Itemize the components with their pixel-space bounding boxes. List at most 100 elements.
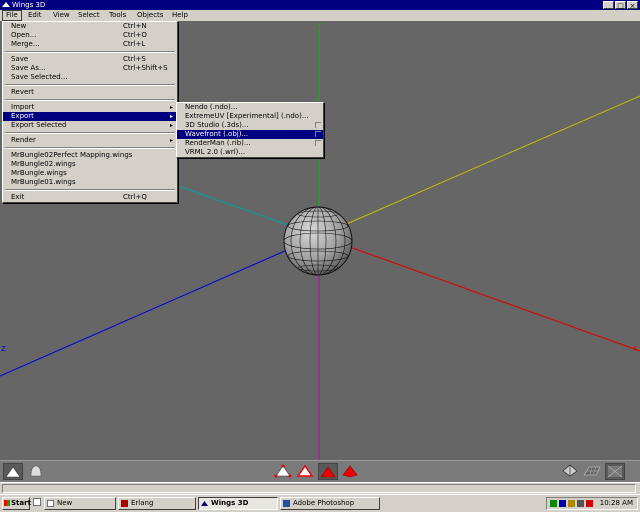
maximize-button[interactable]: □: [615, 1, 626, 10]
x-axis-line: [318, 235, 640, 352]
status-message-field: [2, 484, 636, 493]
face-mode-button[interactable]: [318, 463, 338, 480]
task-wings3d[interactable]: Wings 3D: [198, 497, 278, 510]
photoshop-icon: [283, 500, 290, 507]
x-axis-label: X: [633, 345, 638, 353]
options-box-icon[interactable]: [315, 140, 321, 146]
menu-item-label: New: [11, 22, 27, 30]
vertex-mode-button[interactable]: [274, 463, 294, 480]
minimize-button[interactable]: _: [603, 1, 614, 10]
menu-item-label: MrBungle02.wings: [11, 160, 76, 168]
menu-edit[interactable]: Edit: [25, 10, 45, 21]
task-erlang[interactable]: Erlang: [118, 497, 196, 510]
edge-mode-icon: [296, 464, 314, 477]
export-submenu: Nendo (.ndo)... ExtremeUV [Experimental] …: [176, 102, 324, 158]
menu-separator: [5, 147, 175, 149]
submenu-arrow-icon: ▸: [169, 137, 173, 144]
wings-app-icon: [201, 501, 208, 506]
file-menu-item[interactable]: Save Selected...: [3, 73, 177, 82]
erlang-icon: [121, 500, 128, 507]
menu-item-label: RenderMan (.rib)...: [185, 139, 251, 147]
file-menu-item[interactable]: MrBungle02.wings: [3, 160, 177, 169]
submenu-arrow-icon: ▸: [169, 113, 173, 120]
export-menu-item[interactable]: Wavefront (.obj)...: [177, 130, 323, 139]
menu-item-shortcut: Ctrl+N: [123, 22, 147, 30]
start-button[interactable]: Start: [2, 497, 31, 510]
body-mode-button[interactable]: [341, 463, 361, 480]
axes-toggle-icon: [607, 465, 623, 478]
options-box-icon[interactable]: [315, 122, 321, 128]
file-menu-item[interactable]: Export ▸: [3, 112, 177, 121]
file-menu-item[interactable]: MrBungle01.wings: [3, 178, 177, 187]
menu-item-label: Revert: [11, 88, 34, 96]
axes-toggle-button[interactable]: [605, 463, 625, 480]
edge-mode-button[interactable]: [296, 463, 316, 480]
menu-item-label: Save As...: [11, 64, 46, 72]
options-box-icon[interactable]: [315, 131, 321, 137]
menu-item-label: Wavefront (.obj)...: [185, 130, 249, 138]
menu-item-label: Render: [11, 136, 36, 144]
file-menu-item[interactable]: MrBungle02Perfect Mapping.wings: [3, 151, 177, 160]
menu-file[interactable]: File: [2, 10, 22, 21]
menu-item-shortcut: Ctrl+O: [123, 31, 147, 39]
file-menu-item[interactable]: New Ctrl+N: [3, 22, 177, 31]
export-menu-item[interactable]: Nendo (.ndo)...: [177, 103, 323, 112]
perspective-icon: [562, 464, 578, 477]
sphere-mesh[interactable]: [283, 206, 353, 276]
shaded-sphere-button[interactable]: [27, 463, 47, 480]
menu-item-label: Merge...: [11, 40, 40, 48]
menu-objects[interactable]: Objects: [134, 10, 166, 21]
menu-separator: [5, 99, 175, 101]
quick-launch-icon[interactable]: [33, 498, 41, 506]
task-label: Wings 3D: [211, 499, 249, 507]
file-menu-item[interactable]: Revert: [3, 88, 177, 97]
menu-help[interactable]: Help: [169, 10, 191, 21]
window-title: Wings 3D: [12, 1, 46, 9]
menu-item-shortcut: Ctrl+Q: [123, 193, 147, 201]
clock[interactable]: 10:28 AM: [600, 498, 633, 509]
file-menu-item[interactable]: MrBungle.wings: [3, 169, 177, 178]
file-menu-item[interactable]: Export Selected ▸: [3, 121, 177, 130]
windows-logo-icon: [4, 500, 10, 506]
tray-icon-security[interactable]: [568, 500, 575, 507]
start-label: Start: [11, 499, 31, 507]
submenu-arrow-icon: ▸: [169, 104, 173, 111]
file-menu-item[interactable]: Import ▸: [3, 103, 177, 112]
menu-item-label: MrBungle.wings: [11, 169, 67, 177]
export-menu-item[interactable]: ExtremeUV [Experimental] (.ndo)...: [177, 112, 323, 121]
file-menu-item[interactable]: Save As... Ctrl+Shift+S: [3, 64, 177, 73]
task-label: New: [57, 499, 73, 507]
vertex-mode-icon: [274, 464, 292, 478]
file-menu-item[interactable]: Save Ctrl+S: [3, 55, 177, 64]
menu-tools[interactable]: Tools: [106, 10, 129, 21]
menu-separator: [5, 84, 175, 86]
tray-icon-volume[interactable]: [586, 500, 593, 507]
file-menu-item[interactable]: Render ▸: [3, 136, 177, 145]
tray-icon-monitor[interactable]: [577, 500, 584, 507]
ground-grid-button[interactable]: [583, 463, 603, 480]
task-new[interactable]: New: [44, 497, 116, 510]
smooth-preview-icon: [5, 466, 21, 478]
task-label: Adobe Photoshop: [293, 499, 355, 507]
menu-item-label: MrBungle01.wings: [11, 178, 76, 186]
tray-icon-network[interactable]: [550, 500, 557, 507]
export-menu-item[interactable]: RenderMan (.rib)...: [177, 139, 323, 148]
smooth-preview-button[interactable]: [3, 463, 23, 480]
menu-select[interactable]: Select: [75, 10, 103, 21]
windows-taskbar: Start New Erlang Wings 3D Adobe Photosho…: [0, 494, 640, 512]
export-menu-item[interactable]: 3D Studio (.3ds)...: [177, 121, 323, 130]
export-menu-item[interactable]: VRML 2.0 (.wrl)...: [177, 148, 323, 157]
file-menu-item[interactable]: Merge... Ctrl+L: [3, 40, 177, 49]
y-axis-label: Y: [316, 22, 322, 30]
menu-item-shortcut: Ctrl+Shift+S: [123, 64, 168, 72]
submenu-arrow-icon: ▸: [169, 122, 173, 129]
menu-separator: [5, 189, 175, 191]
menu-item-shortcut: Ctrl+L: [123, 40, 146, 48]
tray-icon-app[interactable]: [559, 500, 566, 507]
file-menu-item[interactable]: Open... Ctrl+O: [3, 31, 177, 40]
task-photoshop[interactable]: Adobe Photoshop: [280, 497, 380, 510]
file-menu-item[interactable]: Exit Ctrl+Q: [3, 193, 177, 202]
menu-view[interactable]: View: [50, 10, 73, 21]
perspective-button[interactable]: [561, 463, 581, 480]
close-button[interactable]: ×: [627, 1, 638, 10]
